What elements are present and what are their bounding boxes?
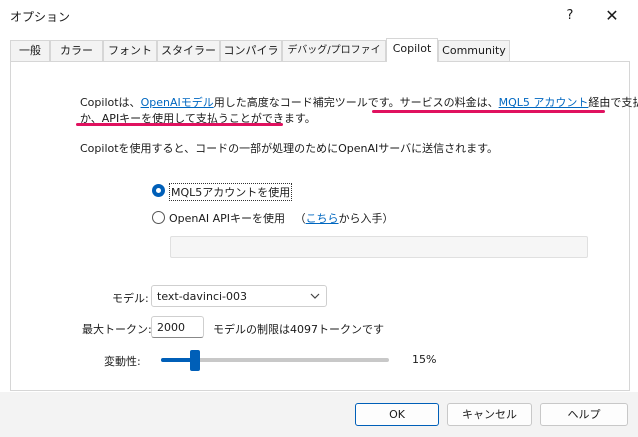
max-tokens-value: 2000: [157, 321, 185, 334]
variability-label: 変動性:: [104, 355, 141, 368]
tab-community[interactable]: Community: [438, 40, 510, 61]
window-title: オプション: [10, 10, 71, 24]
max-tokens-label: 最大トークン:: [82, 323, 152, 336]
radio-mql5-account-label[interactable]: MQL5アカウントを使用: [169, 183, 293, 201]
max-tokens-note: モデルの制限は4097トークンです: [213, 323, 384, 336]
tab-compiler[interactable]: コンパイラ: [220, 40, 282, 61]
tab-fonts[interactable]: フォント: [103, 40, 157, 61]
variability-value: 15%: [412, 353, 437, 366]
api-hint-open: （: [294, 212, 306, 225]
intro-text-a: Copilotは、: [80, 96, 141, 109]
title-bar: オプション ? ✕: [0, 0, 638, 32]
intro-text-c: サービスの料金は、: [399, 96, 499, 109]
radio-openai-api-key[interactable]: [152, 211, 165, 224]
tab-debug-profiling[interactable]: デバッグ/プロファイリング: [282, 40, 386, 76]
tab-general[interactable]: 一般: [10, 40, 50, 61]
radio-openai-api-key-label[interactable]: OpenAI APIキーを使用: [169, 212, 285, 225]
tab-copilot[interactable]: Copilot: [386, 38, 438, 62]
variability-slider-thumb[interactable]: [190, 350, 201, 371]
radio-mql5-account[interactable]: [152, 184, 165, 197]
get-api-key-link[interactable]: こちら: [306, 212, 339, 225]
help-button[interactable]: ヘルプ: [540, 403, 628, 426]
intro-text-b: 用した高度なコード補完ツールです。: [213, 96, 400, 109]
model-select[interactable]: text-davinci-003: [151, 285, 327, 307]
dialog-footer: OK キャンセル ヘルプ: [0, 392, 638, 437]
tab-styler[interactable]: スタイラー: [157, 40, 220, 61]
model-label: モデル:: [112, 292, 149, 305]
tab-colors[interactable]: カラー: [50, 40, 103, 61]
help-icon[interactable]: ?: [560, 6, 580, 26]
api-key-input[interactable]: [170, 236, 588, 258]
cancel-button[interactable]: キャンセル: [447, 403, 532, 426]
highlight-underline-1: [372, 110, 605, 113]
openai-model-link[interactable]: OpenAIモデル: [141, 96, 214, 109]
chevron-down-icon: [310, 293, 320, 299]
intro-privacy-note: Copilotを使用すると、コードの一部が処理のためにOpenAIサーバに送信さ…: [80, 142, 499, 155]
mql5-account-link[interactable]: MQL5 アカウント: [499, 96, 589, 109]
ok-button[interactable]: OK: [355, 403, 439, 426]
intro-text-d: 経由で支払う: [588, 96, 638, 109]
intro-line-1: Copilotは、OpenAIモデル用した高度なコード補完ツールです。サービスの…: [80, 94, 638, 110]
api-hint-rest: から入手）: [338, 212, 394, 225]
close-icon[interactable]: ✕: [602, 6, 622, 26]
highlight-underline-2: [76, 123, 283, 126]
model-select-value: text-davinci-003: [157, 290, 248, 303]
max-tokens-input[interactable]: 2000: [151, 316, 204, 338]
radio-openai-api-key-row: OpenAI APIキーを使用 （こちらから入手）: [169, 210, 394, 226]
tab-strip: 一般 カラー フォント スタイラー コンパイラ デバッグ/プロファイリング Co…: [10, 38, 630, 76]
